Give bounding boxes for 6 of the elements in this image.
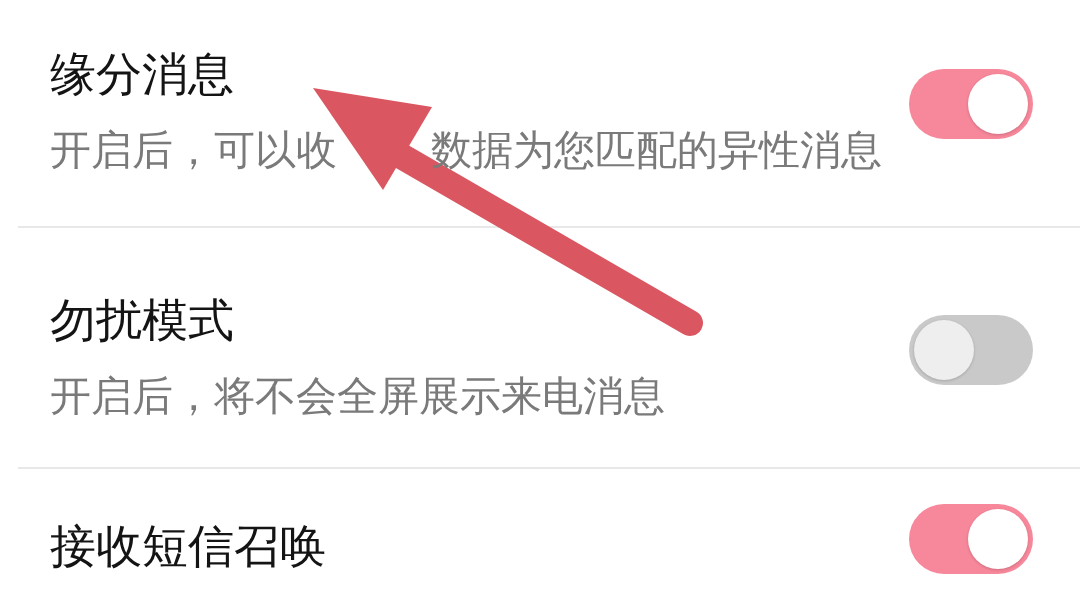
setting-title: 勿扰模式: [50, 294, 234, 347]
setting-title: 缘分消息: [50, 48, 234, 101]
setting-description: 开启后，将不会全屏展示来电消息: [50, 372, 665, 420]
setting-description: 数据为您匹配的异性消息: [431, 126, 882, 174]
setting-description: 开启后，可以收: [50, 126, 337, 174]
setting-title: 接收短信召唤: [50, 520, 326, 573]
